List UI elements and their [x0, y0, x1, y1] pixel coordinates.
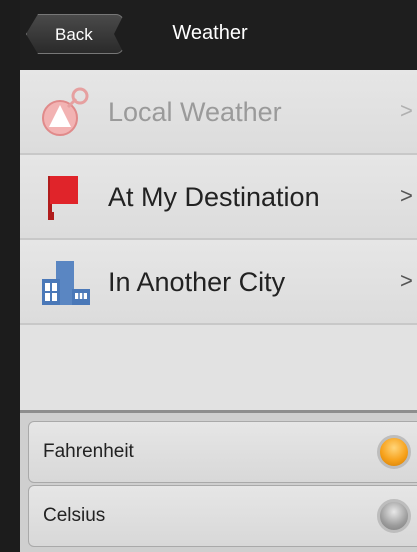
location-pin-icon	[42, 87, 89, 136]
fahrenheit-label: Fahrenheit	[43, 441, 134, 462]
menu-item-label: Local Weather	[108, 97, 282, 127]
header-bar: Back Weather	[20, 0, 417, 70]
city-buildings-icon	[42, 261, 90, 305]
chevron-right-icon: >	[400, 183, 413, 208]
menu-item-local-weather[interactable]: Local Weather >	[20, 70, 417, 155]
weather-screen: Back Weather Local Weather > At My Desti…	[20, 0, 417, 552]
back-button[interactable]: Back	[26, 14, 124, 54]
celsius-label: Celsius	[43, 505, 106, 526]
red-flag-icon	[48, 176, 78, 220]
chevron-right-icon: >	[400, 98, 413, 123]
menu-item-label: In Another City	[108, 267, 286, 297]
menu-item-label: At My Destination	[108, 182, 320, 212]
celsius-option[interactable]: Celsius	[28, 485, 417, 547]
celsius-radio[interactable]	[377, 499, 411, 533]
temperature-units-panel: Fahrenheit Celsius	[20, 410, 417, 552]
fahrenheit-option[interactable]: Fahrenheit	[28, 421, 417, 483]
chevron-right-icon: >	[400, 268, 413, 293]
menu-item-in-another-city[interactable]: In Another City >	[20, 240, 417, 325]
page-title: Weather	[172, 22, 248, 44]
back-button-label: Back	[55, 25, 93, 44]
fahrenheit-radio[interactable]	[377, 435, 411, 469]
menu-item-at-my-destination[interactable]: At My Destination >	[20, 155, 417, 240]
